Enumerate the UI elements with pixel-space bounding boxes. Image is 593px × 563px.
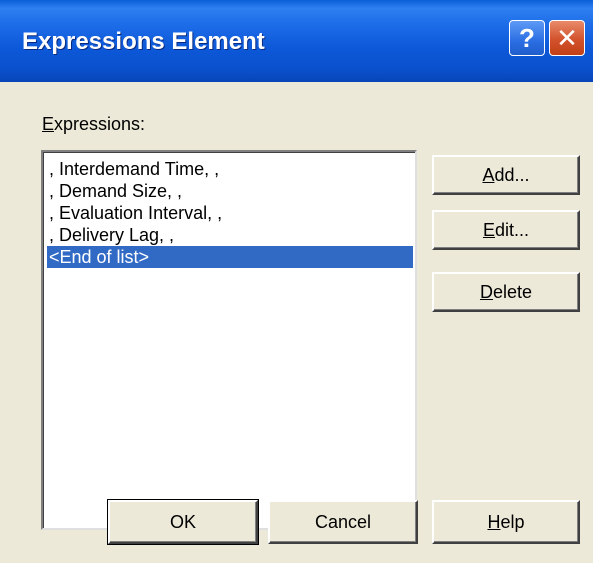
close-button[interactable]: ✕ [549, 20, 585, 56]
delete-label: elete [492, 281, 533, 302]
ok-label: OK [169, 511, 196, 532]
edit-mnemonic: E [482, 219, 495, 240]
close-icon: ✕ [556, 22, 578, 53]
delete-button[interactable]: Delete [432, 272, 580, 312]
add-label: dd... [494, 164, 530, 185]
ok-button[interactable]: OK [107, 499, 259, 545]
add-mnemonic: A [482, 164, 495, 185]
expressions-label: Expressions: [42, 114, 145, 135]
delete-mnemonic: D [479, 281, 493, 302]
window-title: Expressions Element [22, 28, 265, 55]
list-item[interactable]: , Delivery Lag, , [47, 224, 413, 246]
add-button[interactable]: Add... [432, 155, 580, 195]
title-bar[interactable]: Expressions Element ? ✕ [0, 0, 593, 82]
edit-label: dit... [495, 219, 530, 240]
edit-button[interactable]: Edit... [432, 210, 580, 250]
help-title-button[interactable]: ? [509, 20, 545, 56]
cancel-button[interactable]: Cancel [268, 500, 418, 544]
list-item-selected[interactable]: <End of list> [47, 246, 413, 268]
list-item[interactable]: , Evaluation Interval, , [47, 202, 413, 224]
expressions-listbox[interactable]: , Interdemand Time, , , Demand Size, , ,… [41, 150, 417, 530]
help-label: elp [500, 511, 525, 532]
help-mnemonic: H [487, 511, 501, 532]
help-button[interactable]: Help [432, 500, 580, 544]
help-icon: ? [519, 22, 535, 53]
expressions-label-mnemonic: E [42, 114, 55, 134]
list-item[interactable]: , Demand Size, , [47, 180, 413, 202]
list-item[interactable]: , Interdemand Time, , [47, 158, 413, 180]
expressions-element-dialog: Expressions Element ? ✕ Expressions: , I… [0, 0, 593, 563]
expressions-label-text: xpressions: [54, 114, 146, 134]
cancel-label: Cancel [314, 511, 372, 532]
